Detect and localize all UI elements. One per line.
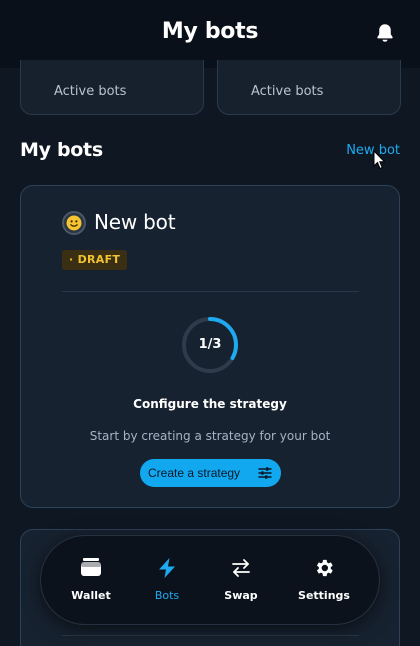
- wallet-icon: [81, 558, 101, 576]
- mouse-cursor-icon: [373, 150, 386, 170]
- stat-card-active-bots-2: Active bots: [217, 60, 401, 115]
- bottom-nav: Wallet Bots Swap Settings: [40, 535, 380, 625]
- nav-item-settings[interactable]: Settings: [289, 536, 359, 626]
- create-strategy-button[interactable]: Create a strategy: [140, 459, 281, 487]
- nav-item-swap[interactable]: Swap: [206, 536, 276, 626]
- page-title: My bots: [161, 19, 259, 44]
- swap-arrows-icon: [232, 559, 250, 577]
- lightning-icon: [159, 558, 175, 578]
- create-strategy-label: Create a strategy: [148, 466, 241, 480]
- nav-label: Swap: [224, 589, 258, 602]
- step-description: Start by creating a strategy for your bo…: [89, 429, 331, 443]
- nav-item-bots[interactable]: Bots: [132, 536, 202, 626]
- app-header: My bots: [0, 0, 420, 68]
- status-badge: · DRAFT: [62, 250, 128, 270]
- smiley-icon: [62, 211, 86, 235]
- step-title: Configure the strategy: [133, 397, 287, 411]
- divider: [62, 635, 359, 636]
- stat-card-active-bots: Active bots: [20, 60, 204, 115]
- stat-label: Active bots: [251, 84, 324, 99]
- bell-icon[interactable]: [374, 22, 396, 44]
- stat-label: Active bots: [54, 84, 127, 99]
- sliders-icon: [258, 467, 272, 479]
- nav-label: Settings: [298, 589, 350, 602]
- nav-item-wallet[interactable]: Wallet: [56, 536, 126, 626]
- nav-label: Bots: [154, 589, 180, 602]
- section-title: My bots: [20, 139, 103, 161]
- nav-label: Wallet: [71, 589, 111, 602]
- gear-icon: [316, 559, 333, 577]
- bot-card[interactable]: New bot · DRAFT 1/3 Configure the strate…: [20, 185, 400, 508]
- bot-name: New bot: [94, 210, 176, 234]
- divider: [62, 291, 359, 292]
- progress-text: 1/3: [198, 337, 222, 352]
